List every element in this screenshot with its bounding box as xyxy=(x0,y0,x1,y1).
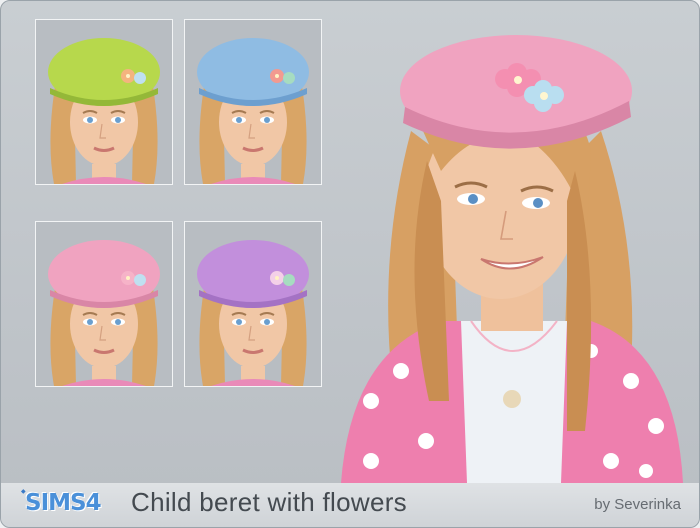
product-title: Child beret with flowers xyxy=(131,487,407,517)
thumbnail-purple-beret[interactable] xyxy=(184,221,322,387)
thumbnail-green-beret[interactable] xyxy=(35,19,173,185)
preview-frame: ◆ SIMS4 Child beret with flowers by Seve… xyxy=(0,0,700,528)
hero-portrait xyxy=(331,21,699,483)
author-credit: by Severinka xyxy=(594,496,681,513)
sims4-logo: ◆ SIMS4 xyxy=(21,488,113,520)
thumbnail-pink-beret[interactable] xyxy=(35,221,173,387)
thumbnail-blue-beret[interactable] xyxy=(184,19,322,185)
sims4-logo-text: SIMS4 xyxy=(25,490,102,516)
